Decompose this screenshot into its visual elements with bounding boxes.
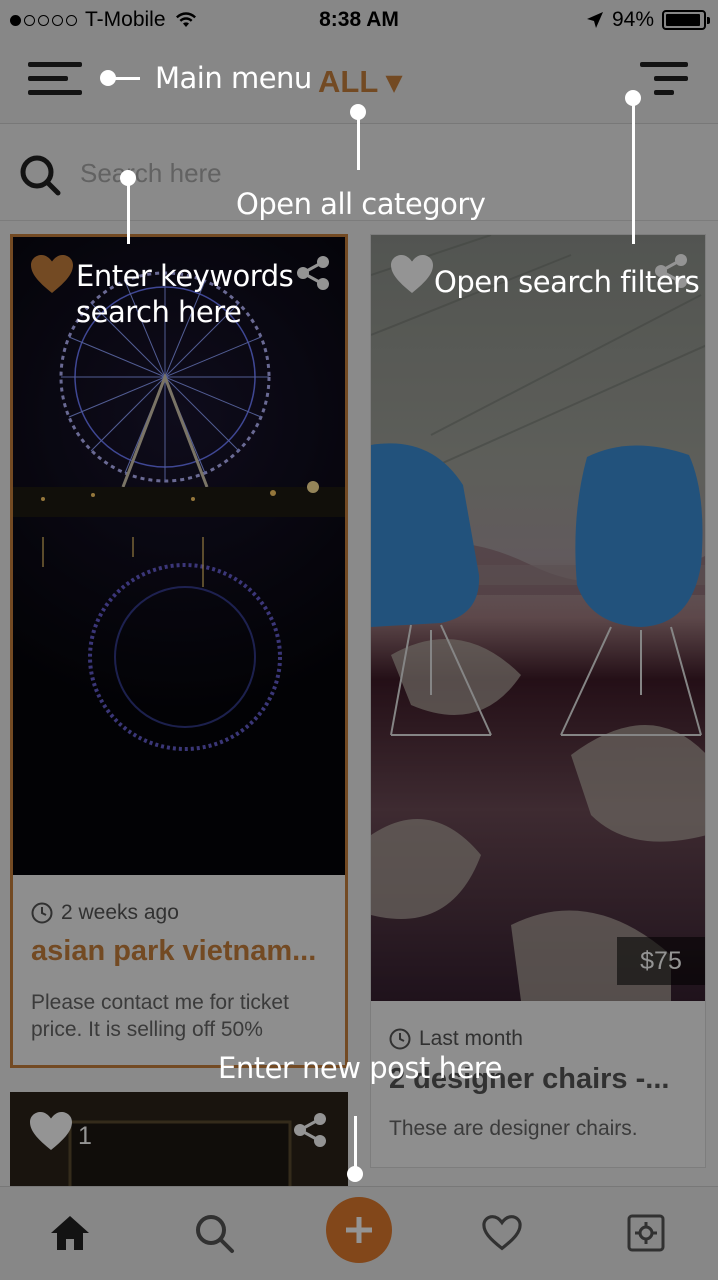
bottom-nav xyxy=(0,1186,718,1280)
listing-card-partial[interactable]: 1 xyxy=(10,1092,348,1192)
heart-outline-icon[interactable] xyxy=(389,253,435,295)
status-right: 94% xyxy=(586,8,710,32)
like-count: 1 xyxy=(78,1122,92,1150)
location-arrow-icon xyxy=(586,12,603,28)
share-icon[interactable] xyxy=(295,255,331,291)
post-time: Last month xyxy=(389,1027,523,1051)
battery-percent: 94% xyxy=(611,8,654,31)
listing-title[interactable]: 2 designer chairs -... xyxy=(389,1063,669,1096)
app-header: ALL ▾ xyxy=(0,40,718,124)
listing-image[interactable] xyxy=(13,237,345,875)
heart-filled-icon[interactable] xyxy=(29,253,75,295)
clock-icon xyxy=(389,1028,411,1050)
heart-outline-icon[interactable] xyxy=(28,1110,74,1152)
heart-icon[interactable] xyxy=(478,1209,526,1257)
tip-line xyxy=(354,1116,357,1172)
listing-image[interactable] xyxy=(371,235,705,1001)
battery-icon xyxy=(662,10,710,30)
share-icon[interactable] xyxy=(292,1112,328,1148)
tip-dot xyxy=(347,1166,363,1182)
home-icon[interactable] xyxy=(46,1209,94,1257)
category-selector[interactable]: ALL ▾ xyxy=(318,64,402,100)
time-ago-label: Last month xyxy=(419,1027,523,1050)
search-icon[interactable] xyxy=(18,153,62,197)
listing-description: Please contact me for ticket price. It i… xyxy=(31,991,289,1041)
search-icon[interactable] xyxy=(190,1209,238,1257)
search-bar xyxy=(0,125,718,221)
time-ago-label: 2 weeks ago xyxy=(61,901,179,924)
add-post-button[interactable] xyxy=(326,1197,392,1263)
settings-icon[interactable] xyxy=(622,1209,670,1257)
clock-icon xyxy=(31,902,53,924)
listing-card-designer-chairs[interactable]: $75 Last month 2 designer chairs -... Th… xyxy=(370,234,706,1168)
post-time: 2 weeks ago xyxy=(31,901,179,925)
listing-title[interactable]: asian park vietnam... xyxy=(31,935,316,968)
search-input[interactable] xyxy=(80,153,680,193)
filter-funnel-icon[interactable] xyxy=(640,60,688,98)
price-badge: $75 xyxy=(617,937,705,985)
status-bar: T-Mobile 8:38 AM 94% xyxy=(0,0,718,40)
plus-icon xyxy=(346,1217,372,1243)
listing-card-asian-park[interactable]: 2 weeks ago asian park vietnam... Please… xyxy=(10,234,348,1068)
share-icon[interactable] xyxy=(653,253,689,289)
hamburger-menu-icon[interactable] xyxy=(28,60,82,98)
listing-description: These are designer chairs. xyxy=(389,1117,638,1140)
